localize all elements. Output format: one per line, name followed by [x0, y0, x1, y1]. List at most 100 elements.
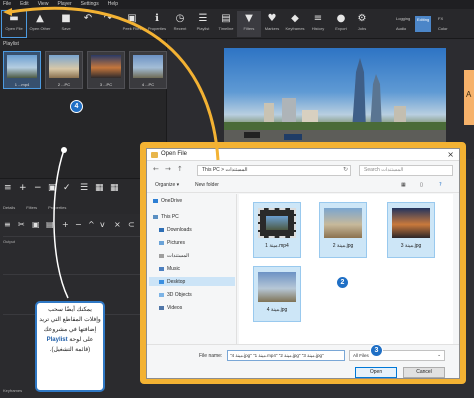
search-input[interactable]: Search المستندات — [359, 165, 453, 176]
open-file-button[interactable]: ▬ Open File — [1, 10, 27, 38]
desktop-icon — [159, 279, 164, 284]
layout-editing[interactable]: Editing — [415, 16, 432, 32]
keyframes-button[interactable]: ◆ Keyframes — [283, 11, 307, 37]
playlist-clip-4[interactable]: 4 ...PC — [129, 51, 167, 89]
help-icon[interactable]: ? — [439, 182, 442, 188]
timeline-track — [3, 236, 147, 237]
append-icon[interactable]: + — [62, 220, 69, 229]
navigation-pane: OneDrive This PC Downloads Pictures المس… — [147, 194, 237, 344]
clip-thumbnail — [91, 55, 121, 78]
menu-settings[interactable]: Settings — [81, 0, 99, 9]
preview-pane-icon[interactable]: ▯ — [420, 182, 423, 188]
timeline-button[interactable]: ▤ Timeline — [214, 11, 238, 37]
nav-documents[interactable]: المستندات — [159, 253, 189, 259]
ripple-delete-icon[interactable]: − — [75, 220, 82, 229]
playlist-tabs: Details Filters Properties — [3, 205, 66, 210]
file-item-1[interactable]: 1 مينة.mp4 — [253, 202, 301, 258]
download-icon — [159, 227, 164, 232]
clip-thumbnail — [49, 55, 79, 78]
cloud-icon — [153, 198, 158, 203]
update-icon[interactable]: ▣ — [48, 183, 57, 193]
up-icon[interactable]: ↑ — [177, 165, 183, 173]
menu-icon[interactable]: ≡ — [4, 183, 12, 193]
menu-help[interactable]: Help — [108, 0, 118, 9]
cut-icon[interactable]: ✂ — [18, 220, 25, 229]
save-button[interactable]: ■ Save — [54, 11, 78, 37]
tab-properties[interactable]: Properties — [48, 205, 66, 210]
back-icon[interactable]: ← — [153, 165, 159, 173]
open-folder-icon: ▬ — [9, 13, 19, 24]
nav-desktop[interactable]: Desktop — [159, 279, 185, 285]
dialog-footer: File name: "4 مينة.jpg" "1 مينة.mp4" "2 … — [147, 344, 459, 380]
copy-icon[interactable]: ▣ — [32, 220, 40, 229]
dialog-title: Open File — [161, 151, 188, 157]
nav-this-pc[interactable]: This PC — [153, 214, 179, 220]
forward-icon[interactable]: → — [165, 165, 171, 173]
open-other-button[interactable]: ▲ Open Other — [28, 11, 52, 37]
history-icon: ≡ — [313, 13, 323, 24]
lift-icon[interactable]: ^ — [88, 220, 95, 229]
playlist-clip-1[interactable]: 1 ...mp4 — [3, 51, 41, 89]
skyline-image — [224, 58, 446, 146]
new-folder-button[interactable]: New folder — [195, 182, 219, 188]
file-item-2[interactable]: 2 مينة.jpg — [319, 202, 367, 258]
playlist-clip-2[interactable]: 2 ...PC — [45, 51, 83, 89]
file-item-4[interactable]: 4 مينة.jpg — [253, 266, 301, 322]
recent-button[interactable]: ◷ Recent — [168, 11, 192, 37]
list-view-icon[interactable]: ☰ — [80, 183, 88, 193]
redo-button[interactable]: ↷ — [96, 11, 120, 37]
menu-file[interactable]: File — [3, 0, 11, 9]
view-options-icon[interactable]: ▦ — [401, 182, 406, 188]
menu-view[interactable]: View — [38, 0, 49, 9]
timeline-menu-icon[interactable]: ≡ — [4, 220, 11, 229]
timeline-output-label: Output — [3, 239, 16, 244]
timeline-icon: ▤ — [221, 13, 231, 24]
video-file-icon — [258, 208, 296, 238]
address-bar[interactable]: This PC > المستندات — [197, 165, 351, 176]
playlist-title: Playlist — [3, 41, 19, 47]
file-list: 1 مينة.mp4 2 مينة.jpg 3 مينة.jpg 4 مينة.… — [239, 194, 453, 344]
paste-icon[interactable]: ▤ — [46, 220, 54, 229]
grid-view-icon[interactable]: ▦ — [110, 183, 119, 193]
nav-3d-objects[interactable]: 3D Objects — [159, 292, 192, 298]
nav-downloads[interactable]: Downloads — [159, 227, 192, 233]
icon-view-icon[interactable]: ▦ — [95, 183, 104, 193]
properties-button[interactable]: ℹ Properties — [145, 11, 169, 37]
computer-icon — [153, 214, 158, 219]
chevron-down-icon: ⌄ — [437, 353, 441, 358]
close-icon[interactable]: × — [447, 150, 454, 159]
dialog-titlebar: Open File × — [147, 149, 459, 161]
snap-icon[interactable]: ⊂ — [128, 220, 135, 229]
nav-pictures[interactable]: Pictures — [159, 240, 185, 246]
remove-icon[interactable]: − — [34, 183, 42, 193]
playlist-button[interactable]: ☰ Playlist — [191, 11, 215, 37]
open-button[interactable]: Open — [355, 367, 397, 378]
filters-button[interactable]: ▼ Filters — [237, 11, 261, 37]
file-name-input[interactable]: "4 مينة.jpg" "1 مينة.mp4" "2 مينة.jpg" "… — [227, 350, 345, 361]
nav-videos[interactable]: Videos — [159, 305, 182, 311]
jobs-button[interactable]: ⚙ Jobs — [350, 11, 374, 37]
tab-filters[interactable]: Filters — [26, 205, 37, 210]
tab-details[interactable]: Details — [3, 205, 15, 210]
clip-thumbnail — [133, 55, 163, 78]
redo-icon: ↷ — [103, 13, 113, 24]
playlist-clip-3[interactable]: 3 ...PC — [87, 51, 125, 89]
menu-player[interactable]: Player — [57, 0, 71, 9]
documents-icon — [159, 253, 164, 258]
nav-music[interactable]: Music — [159, 266, 180, 272]
history-button[interactable]: ≡ History — [306, 11, 330, 37]
check-icon[interactable]: ✓ — [63, 183, 71, 193]
file-type-select[interactable]: All Files ⌄ — [349, 350, 445, 361]
nav-onedrive[interactable]: OneDrive — [153, 198, 182, 204]
menu-edit[interactable]: Edit — [20, 0, 29, 9]
step-badge-4: 4 — [70, 100, 83, 113]
add-icon[interactable]: + — [19, 183, 27, 193]
organize-button[interactable]: Organize ▾ — [155, 182, 179, 188]
markers-button[interactable]: ♥ Markers — [260, 11, 284, 37]
overwrite-icon[interactable]: v — [100, 220, 105, 229]
peek-button[interactable]: ▣ Peek Files — [120, 11, 144, 37]
split-icon[interactable]: ⨯ — [114, 220, 121, 229]
refresh-icon[interactable]: ↻ — [343, 166, 348, 173]
file-item-3[interactable]: 3 مينة.jpg — [387, 202, 435, 258]
cancel-button[interactable]: Cancel — [403, 367, 445, 378]
